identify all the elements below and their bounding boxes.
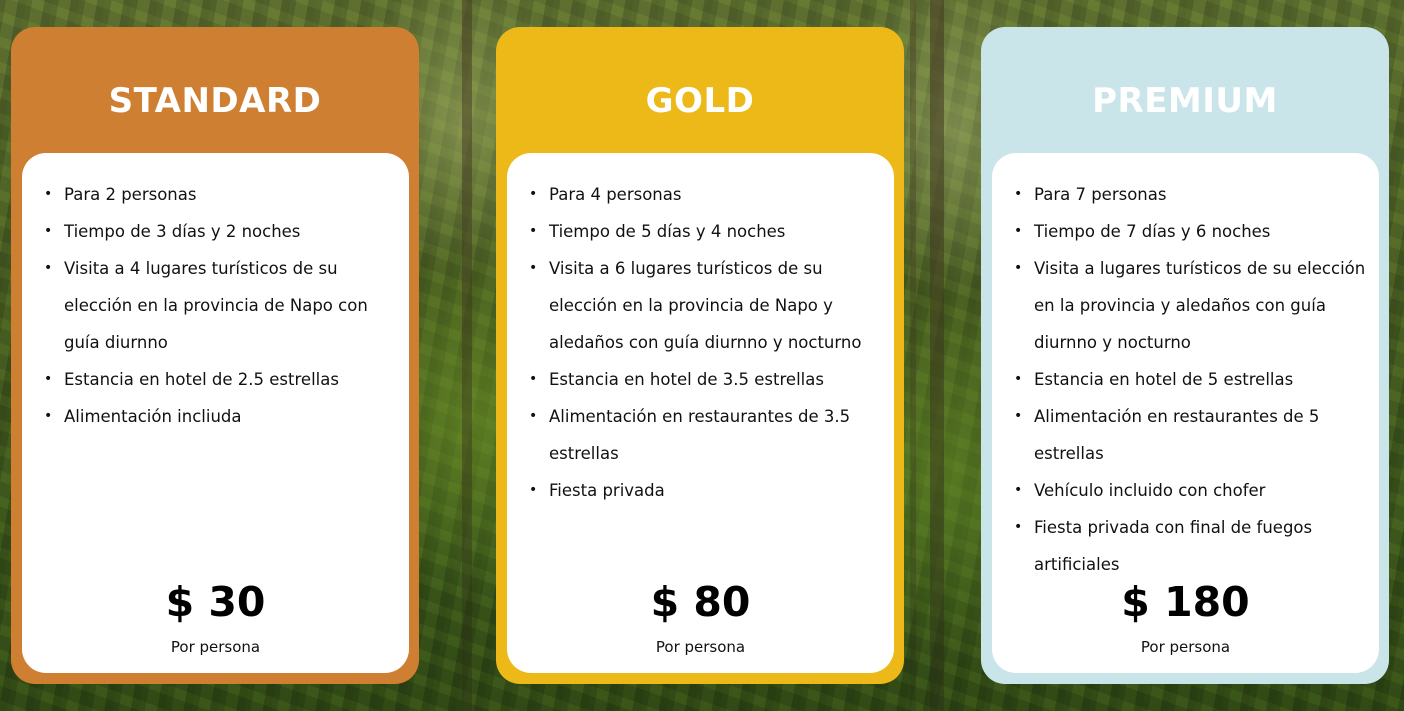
feature-item: • Fiesta privada con final de fuegos arti… (992, 509, 1379, 583)
feature-text: Estancia en hotel de 3.5 estrellas (549, 370, 824, 389)
feature-list: • Para 7 personas • Tiempo de 7 días y 6 n… (992, 176, 1379, 583)
plan-title: PREMIUM (1092, 81, 1278, 121)
feature-text: Alimentación en restaurantes de 5 estrel… (1034, 407, 1320, 463)
bullet-icon: • (1014, 186, 1023, 202)
price-caption: Por persona (655, 638, 746, 656)
background-tree-trunk (930, 0, 944, 711)
bullet-icon: • (1014, 482, 1023, 498)
bullet-icon: • (1014, 408, 1023, 424)
feature-item: • Para 7 personas (992, 176, 1379, 213)
feature-item: • Vehículo incluido con chofer (992, 472, 1379, 509)
plan-price: $ 180 (1121, 578, 1250, 626)
bullet-icon: • (1014, 371, 1023, 387)
feature-item: • Para 2 personas (22, 176, 409, 213)
feature-item: • Estancia en hotel de 3.5 estrellas (507, 361, 894, 398)
feature-list: • Para 4 personas • Tiempo de 5 días y 4 n… (507, 176, 894, 509)
feature-text: Fiesta privada (549, 481, 665, 500)
feature-item: • Estancia en hotel de 5 estrellas (992, 361, 1379, 398)
feature-text: Visita a lugares turísticos de su elecci… (1034, 259, 1366, 352)
bullet-icon: • (1014, 223, 1023, 239)
plan-title: STANDARD (108, 81, 322, 121)
bullet-icon: • (529, 371, 538, 387)
bullet-icon: • (1014, 519, 1023, 535)
feature-text: Tiempo de 7 días y 6 noches (1034, 222, 1271, 241)
plan-details-panel: • Para 7 personas • Tiempo de 7 días y 6 n… (992, 153, 1379, 673)
feature-item: • Tiempo de 5 días y 4 noches (507, 213, 894, 250)
price-caption: Por persona (1140, 638, 1231, 656)
feature-text: Tiempo de 3 días y 2 noches (64, 222, 301, 241)
plan-details-panel: • Para 4 personas • Tiempo de 5 días y 4 n… (507, 153, 894, 673)
plan-card-standard: STANDARD • Para 2 personas • Tiempo de 3 d… (11, 27, 419, 684)
feature-item: • Alimentación en restaurantes de 3.5 est… (507, 398, 894, 472)
feature-text: Fiesta privada con final de fuegos artif… (1034, 518, 1313, 574)
feature-item: • Visita a 4 lugares turísticos de su ele… (22, 250, 409, 361)
background-tree-trunk (910, 0, 916, 711)
plan-title: GOLD (645, 81, 755, 121)
feature-text: Tiempo de 5 días y 4 noches (549, 222, 786, 241)
feature-item: • Alimentación incliuda (22, 398, 409, 435)
feature-text: Visita a 6 lugares turísticos de su elec… (549, 259, 862, 352)
bullet-icon: • (1014, 260, 1023, 276)
background-tree-trunk (462, 0, 472, 711)
feature-text: Alimentación en restaurantes de 3.5 estr… (549, 407, 851, 463)
bullet-icon: • (44, 408, 53, 424)
feature-text: Para 4 personas (549, 185, 682, 204)
bullet-icon: • (44, 260, 53, 276)
bullet-icon: • (529, 260, 538, 276)
plan-price: $ 80 (650, 578, 751, 626)
bullet-icon: • (44, 186, 53, 202)
bullet-icon: • (529, 482, 538, 498)
feature-item: • Visita a 6 lugares turísticos de su ele… (507, 250, 894, 361)
price-caption: Por persona (170, 638, 261, 656)
plan-details-panel: • Para 2 personas • Tiempo de 3 días y 2 n… (22, 153, 409, 673)
bullet-icon: • (44, 223, 53, 239)
bullet-icon: • (529, 186, 538, 202)
plan-price: $ 30 (165, 578, 266, 626)
feature-text: Visita a 4 lugares turísticos de su elec… (64, 259, 368, 352)
bullet-icon: • (44, 371, 53, 387)
plan-card-premium: PREMIUM • Para 7 personas • Tiempo de 7 dí… (981, 27, 1389, 684)
feature-text: Vehículo incluido con chofer (1034, 481, 1266, 500)
feature-text: Para 2 personas (64, 185, 197, 204)
feature-item: • Visita a lugares turísticos de su elecc… (992, 250, 1379, 361)
feature-item: • Tiempo de 3 días y 2 noches (22, 213, 409, 250)
feature-item: • Alimentación en restaurantes de 5 estre… (992, 398, 1379, 472)
plan-card-gold: GOLD • Para 4 personas • Tiempo de 5 días … (496, 27, 904, 684)
feature-text: Estancia en hotel de 5 estrellas (1034, 370, 1294, 389)
feature-item: • Para 4 personas (507, 176, 894, 213)
bullet-icon: • (529, 408, 538, 424)
feature-text: Para 7 personas (1034, 185, 1167, 204)
feature-text: Estancia en hotel de 2.5 estrellas (64, 370, 339, 389)
feature-item: • Estancia en hotel de 2.5 estrellas (22, 361, 409, 398)
bullet-icon: • (529, 223, 538, 239)
feature-text: Alimentación incliuda (64, 407, 242, 426)
feature-list: • Para 2 personas • Tiempo de 3 días y 2 n… (22, 176, 409, 435)
feature-item: • Fiesta privada (507, 472, 894, 509)
feature-item: • Tiempo de 7 días y 6 noches (992, 213, 1379, 250)
